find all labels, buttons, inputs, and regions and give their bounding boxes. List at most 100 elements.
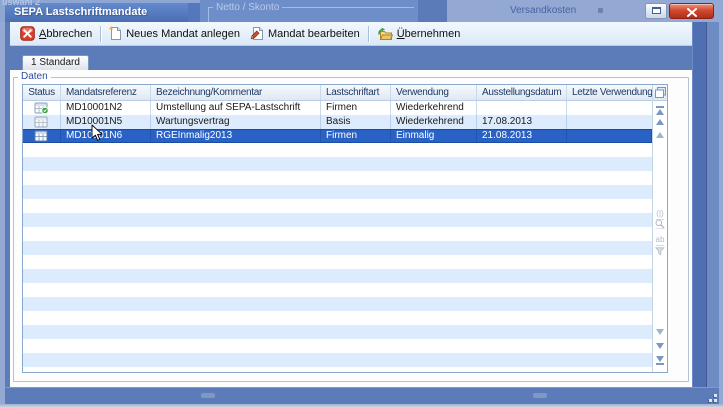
empty-grid-stripe [23,185,652,199]
column-header-mandatsreferenz[interactable]: Mandatsreferenz [61,85,151,100]
resize-grip[interactable] [705,390,717,402]
column-header-verwendung[interactable]: Verwendung [391,85,477,100]
verwendung-cell: Einmalig [391,129,477,143]
small-indicator-dot [598,8,603,13]
netto-skonto-label: Netto / Skonto [213,2,282,13]
background-divider-block [418,0,447,22]
mouse-cursor [91,124,104,142]
column-header-status[interactable]: Status [23,85,61,100]
tab-standard[interactable]: 1 Standard [22,55,89,70]
grid-empty-stripes [23,143,652,372]
resize-notch [201,393,215,398]
scroll-up-button[interactable] [653,119,667,125]
edit-document-icon [250,26,264,41]
background-text-fragment: uswahl 2 [2,0,40,7]
arrow-down-icon [656,329,664,335]
mandate-plain-icon [34,116,49,128]
go-to-first-row-button[interactable] [653,105,667,115]
column-chooser-button[interactable] [653,85,667,101]
empty-grid-stripe [23,157,652,171]
go-to-last-row-button[interactable] [653,356,667,366]
row-down-button[interactable] [653,329,667,335]
mandatsreferenz-cell: MD10001N6 [61,129,151,143]
tab-strip: 1 Standard [10,46,692,70]
filter-icon [655,247,665,256]
last-row-icon [656,363,664,365]
empty-grid-stripe [23,367,652,373]
column-header-bezeichnung[interactable]: Bezeichnung/Kommentar [151,85,321,100]
abort-button-label: Abbrechen [39,28,92,40]
screen: Netto / Skonto Versandkosten uswahl 2 SE… [0,0,723,408]
status-cell [23,129,61,143]
column-header-lastschriftart[interactable]: Lastschriftart [321,85,391,100]
empty-grid-stripe [23,143,652,157]
empty-grid-stripe [23,269,652,283]
apply-icon [377,27,393,41]
mandate-selected-icon [34,130,49,142]
lastschriftart-cell: Firmen [321,101,391,115]
lastschriftart-cell: Firmen [321,129,391,143]
empty-grid-stripe [23,213,652,227]
new-mandate-button-label: Neues Mandat anlegen [126,28,240,40]
arrow-down-icon [656,343,664,349]
ausstellungsdatum-cell [477,101,567,115]
edit-mandate-button-label: Mandat bearbeiten [268,28,360,40]
abort-icon [20,26,35,41]
grid-side-toolbar: (|) ab [652,85,667,372]
empty-grid-stripe [23,283,652,297]
tab-page: Daten Status Mandatsreferenz Bezeichnung… [10,70,692,387]
apply-button[interactable]: Übernehmen [372,25,466,43]
edit-mandate-button[interactable]: Mandat bearbeiten [245,24,365,43]
column-header-letzte-verwendung[interactable]: Letzte Verwendung [567,85,652,100]
mandatsreferenz-cell: MD10001N5 [61,115,151,129]
background-block [188,3,200,22]
toolbar: Abbrechen Neues Mandat anlegen Mandat be… [10,22,692,46]
mandate-row-selected[interactable]: MD10001N6 RGEInmalig2013 Firmen Einmalig… [23,129,652,143]
filter-button[interactable] [653,243,667,261]
search-icon [655,219,665,229]
ausstellungsdatum-cell: 21.08.2013 [477,129,567,143]
mandatsreferenz-cell: MD10001N2 [61,101,151,115]
new-document-icon [109,26,122,41]
empty-grid-stripe [23,297,652,311]
restore-window-button[interactable] [645,3,667,19]
arrow-up-icon [656,119,664,125]
status-cell [23,115,61,129]
toolbar-separator [368,26,369,42]
empty-grid-stripe [23,311,652,325]
window-border-right[interactable] [706,22,719,387]
window-border-bottom[interactable] [5,387,719,404]
column-header-ausstellungsdatum[interactable]: Ausstellungsdatum [477,85,567,100]
empty-grid-stripe [23,227,652,241]
first-row-icon [656,106,664,108]
scroll-down-button[interactable] [653,343,667,349]
close-window-button[interactable] [669,3,714,19]
arrow-up-icon [656,132,664,138]
row-up-button[interactable] [653,132,667,138]
screen-edge [0,404,723,408]
letzte-verwendung-cell [567,101,652,115]
abort-button[interactable]: Abbrechen [15,24,97,43]
verwendung-cell: Wiederkehrend [391,115,477,129]
window-border-right-inner [692,22,706,387]
mandate-active-icon [34,102,49,114]
verwendung-cell: Wiederkehrend [391,101,477,115]
dialog-title: SEPA Lastschriftmandate [14,6,147,18]
background-netto-skonto-area: Netto / Skonto [200,0,418,22]
mandate-row[interactable]: MD10001N2 Umstellung auf SEPA-Lastschrif… [23,101,652,115]
versandkosten-label: Versandkosten [510,5,576,16]
restore-icon [652,7,661,14]
new-mandate-button[interactable]: Neues Mandat anlegen [104,24,245,43]
close-icon [686,8,698,17]
status-cell [23,101,61,115]
apply-button-label: Übernehmen [397,28,461,40]
empty-grid-stripe [23,339,652,353]
bezeichnung-cell: Wartungsvertrag [151,115,321,129]
empty-grid-stripe [23,171,652,185]
mandate-row[interactable]: MD10001N5 Wartungsvertrag Basis Wiederke… [23,115,652,129]
ausstellungsdatum-cell: 17.08.2013 [477,115,567,129]
window-border-left [5,22,10,387]
letzte-verwendung-cell [567,129,652,143]
resize-notch [533,393,547,398]
empty-grid-stripe [23,199,652,213]
